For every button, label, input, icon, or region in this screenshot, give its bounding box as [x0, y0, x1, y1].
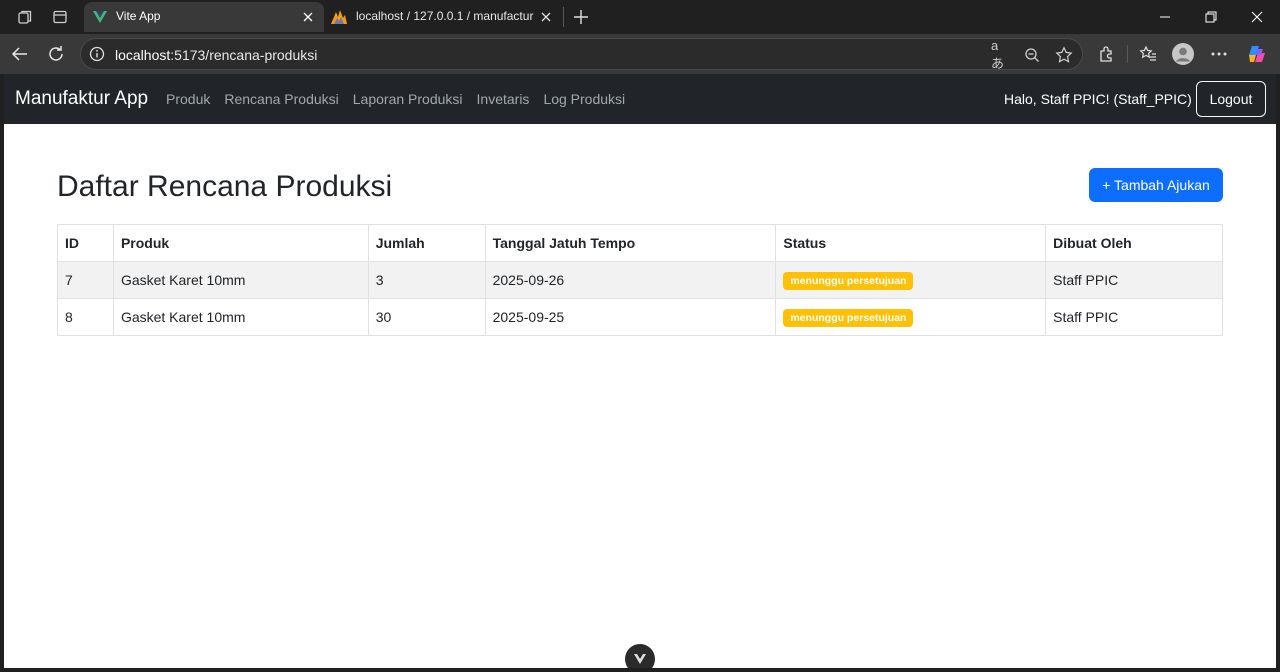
cell-status: menunggu persetujuan — [775, 261, 1047, 299]
column-header-tanggal: Tanggal Jatuh Tempo — [484, 224, 777, 262]
nav-link-produk[interactable]: Produk — [166, 91, 210, 107]
nav-link-invetaris[interactable]: Invetaris — [477, 91, 530, 107]
favorite-star-icon[interactable] — [1055, 46, 1073, 64]
reload-icon[interactable] — [42, 40, 70, 68]
url-path: :5173/rencana-produksi — [170, 47, 318, 63]
cell-produk: Gasket Karet 10mm — [112, 261, 369, 299]
cell-dibuat-oleh: Staff PPIC — [1045, 261, 1223, 299]
copilot-icon[interactable] — [1246, 43, 1268, 65]
cell-tanggal: 2025-09-25 — [484, 298, 777, 336]
close-window-icon[interactable] — [1242, 4, 1272, 30]
more-menu-icon[interactable] — [1208, 43, 1230, 65]
status-badge: menunggu persetujuan — [783, 308, 914, 327]
tab-phpmyadmin[interactable]: localhost / 127.0.0.1 / manufactur — [326, 2, 562, 32]
app-navbar: Manufaktur App Produk Rencana Produksi L… — [4, 74, 1276, 124]
translate-icon[interactable]: aあ — [991, 38, 1009, 71]
close-tab-icon[interactable] — [538, 9, 554, 25]
status-badge: menunggu persetujuan — [783, 271, 914, 290]
nav-link-rencana-produksi[interactable]: Rencana Produksi — [224, 91, 338, 107]
nav-link-log-produksi[interactable]: Log Produksi — [543, 91, 625, 107]
column-header-id: ID — [57, 224, 114, 262]
logout-button[interactable]: Logout — [1196, 81, 1266, 117]
cell-produk: Gasket Karet 10mm — [112, 298, 369, 336]
tab-title: localhost / 127.0.0.1 / manufactur — [356, 9, 534, 23]
workspaces-icon[interactable] — [11, 4, 39, 30]
browser-tab-bar: Vite App localhost / 127.0.0.1 / manufac… — [0, 0, 1280, 34]
extensions-icon[interactable] — [1096, 43, 1118, 65]
tab-separator — [563, 7, 564, 27]
nav-links: Produk Rencana Produksi Laporan Produksi… — [166, 91, 625, 107]
vue-logo-icon — [92, 9, 108, 25]
cell-jumlah: 30 — [367, 298, 486, 336]
page-viewport: Manufaktur App Produk Rencana Produksi L… — [4, 74, 1276, 668]
back-icon[interactable] — [6, 40, 34, 68]
address-bar[interactable]: localhost:5173/rencana-produksi aあ — [80, 38, 1083, 71]
cell-tanggal: 2025-09-26 — [484, 261, 777, 299]
close-tab-icon[interactable] — [300, 9, 316, 25]
column-header-jumlah: Jumlah — [367, 224, 486, 262]
phpmyadmin-icon — [330, 9, 347, 25]
column-header-produk: Produk — [112, 224, 369, 262]
favorites-icon[interactable] — [1137, 43, 1159, 65]
cell-status: menunggu persetujuan — [775, 298, 1047, 336]
profile-avatar-icon[interactable] — [1172, 43, 1194, 65]
cell-jumlah: 3 — [367, 261, 486, 299]
tab-vite-app[interactable]: Vite App — [84, 2, 324, 32]
table-row: 7 Gasket Karet 10mm 3 2025-09-26 menungg… — [57, 261, 1223, 299]
table-row: 8 Gasket Karet 10mm 30 2025-09-25 menung… — [57, 298, 1223, 336]
vue-devtools-toggle-icon[interactable] — [625, 644, 655, 668]
tab-actions-icon[interactable] — [46, 4, 74, 30]
column-header-dibuat-oleh: Dibuat Oleh — [1045, 224, 1223, 262]
restore-icon[interactable] — [1196, 4, 1226, 30]
tab-title: Vite App — [116, 9, 161, 23]
table-header-row: ID Produk Jumlah Tanggal Jatuh Tempo Sta… — [57, 224, 1223, 262]
cell-id: 8 — [57, 298, 114, 336]
column-header-status: Status — [775, 224, 1047, 262]
production-plan-table: ID Produk Jumlah Tanggal Jatuh Tempo Sta… — [57, 224, 1223, 336]
zoom-out-icon[interactable] — [1023, 46, 1041, 64]
url-host: localhost — [115, 47, 171, 63]
cell-dibuat-oleh: Staff PPIC — [1045, 298, 1223, 336]
browser-toolbar: localhost:5173/rencana-produksi aあ — [0, 34, 1280, 74]
site-info-icon[interactable] — [89, 46, 105, 62]
user-greeting: Halo, Staff PPIC! (Staff_PPIC) — [1004, 91, 1192, 107]
app-brand[interactable]: Manufaktur App — [15, 88, 148, 110]
minimize-icon[interactable] — [1150, 4, 1180, 30]
url-text: localhost:5173/rencana-produksi — [115, 47, 317, 63]
toolbar-separator — [1127, 45, 1128, 63]
new-tab-icon[interactable] — [568, 4, 594, 30]
add-plan-button[interactable]: + Tambah Ajukan — [1089, 168, 1223, 202]
cell-id: 7 — [57, 261, 114, 299]
page-title: Daftar Rencana Produksi — [57, 170, 393, 203]
nav-link-laporan-produksi[interactable]: Laporan Produksi — [353, 91, 463, 107]
